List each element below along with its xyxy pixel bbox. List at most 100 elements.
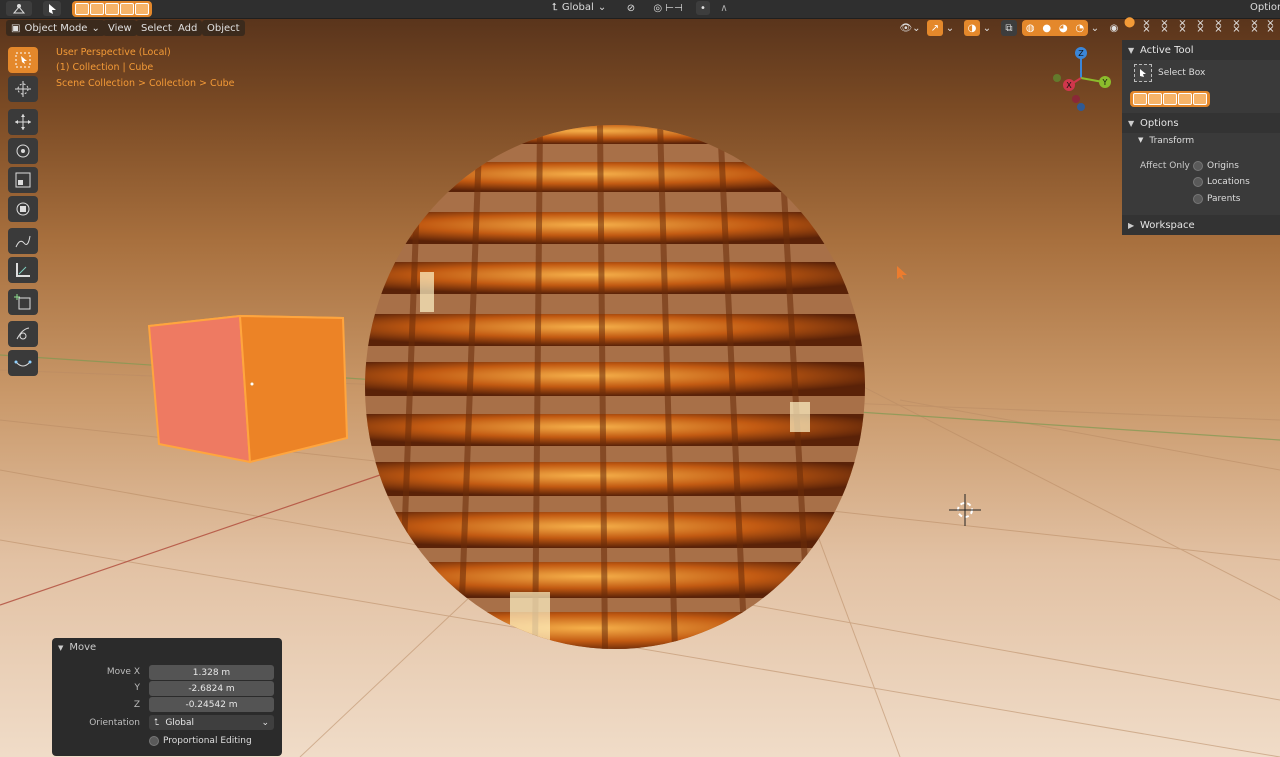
- tool-shear[interactable]: [8, 321, 38, 347]
- options-menu[interactable]: Options: [1250, 2, 1280, 13]
- menu-view[interactable]: View: [103, 20, 137, 36]
- transform-orientation-dropdown[interactable]: ⮤ Global ⌄: [552, 2, 606, 13]
- transform-subheader[interactable]: ▼ Transform: [1138, 136, 1194, 146]
- falloff-button[interactable]: ∧: [713, 1, 735, 16]
- tool-rotate[interactable]: [8, 138, 38, 164]
- tool-curve[interactable]: [8, 350, 38, 376]
- sphere-object[interactable]: [360, 122, 870, 652]
- tool-add-cube[interactable]: [8, 289, 38, 315]
- transform-icon: [16, 202, 30, 216]
- tool-select-box[interactable]: [8, 47, 38, 73]
- x-toggle-icon[interactable]: × ×: [1214, 19, 1223, 35]
- menu-select[interactable]: Select: [136, 20, 177, 36]
- tool-scale[interactable]: [8, 167, 38, 193]
- move-x-field[interactable]: 1.328 m: [149, 665, 274, 680]
- pivot-point-button[interactable]: ⊘: [620, 1, 642, 16]
- xray-toggle-button[interactable]: ⧉: [1001, 20, 1017, 36]
- tool-annotate[interactable]: [8, 228, 38, 254]
- operator-panel: ▼ Move Move X 1.328 m Y -2.6824 m Z -0.2…: [52, 638, 282, 756]
- tool-move[interactable]: [8, 109, 38, 135]
- rendered-shading-icon[interactable]: ◔: [1075, 23, 1084, 34]
- overlays-icon: ◑: [967, 22, 977, 34]
- affect-option-label: Locations: [1207, 177, 1250, 187]
- collapse-triangle-icon: ▼: [1138, 136, 1144, 144]
- x-toggle-icon[interactable]: × ×: [1142, 19, 1151, 35]
- select-new-icon[interactable]: [75, 3, 89, 15]
- affect-origins-radio[interactable]: Origins: [1193, 161, 1239, 171]
- x-toggle-icon[interactable]: × ×: [1178, 19, 1187, 35]
- material-shading-icon[interactable]: ◕: [1059, 23, 1068, 34]
- select-intersect-icon[interactable]: [1193, 93, 1207, 105]
- gizmo-y-label: Y: [1102, 78, 1108, 87]
- shading-mode-group[interactable]: ◍ ● ◕ ◔: [1022, 20, 1088, 36]
- tool-cursor[interactable]: [8, 76, 38, 102]
- tool-measure[interactable]: [8, 257, 38, 283]
- menu-object[interactable]: Object: [202, 20, 245, 36]
- select-intersect-icon[interactable]: [135, 3, 149, 15]
- gizmo-toggle-button[interactable]: ↗: [927, 20, 943, 36]
- tool-name-label: Select Box: [1158, 68, 1206, 78]
- select-invert-icon[interactable]: [120, 3, 134, 15]
- overlays-toggle-button[interactable]: ◑: [964, 20, 980, 36]
- operator-title: Move: [69, 642, 97, 653]
- select-extend-icon[interactable]: [90, 3, 104, 15]
- mode-dropdown[interactable]: ▣ Object Mode ⌄: [6, 20, 105, 36]
- shading-dropdown[interactable]: ⌄: [1089, 20, 1101, 36]
- select-new-icon[interactable]: [1133, 93, 1147, 105]
- tool-selection-mode-group[interactable]: [1130, 91, 1210, 107]
- snap-button[interactable]: ◎ ⊢⊣: [648, 1, 688, 16]
- camera-restrict-icon[interactable]: ⬤: [1124, 18, 1135, 32]
- cursor-crosshair-icon: [15, 81, 31, 97]
- eye-visibility-icon: 👁⌄: [899, 22, 921, 34]
- editor-type-button[interactable]: [6, 1, 32, 16]
- light-object[interactable]: [895, 265, 909, 281]
- select-box-tool-icon[interactable]: [1134, 64, 1152, 82]
- x-toggle-icon[interactable]: × ×: [1160, 19, 1169, 35]
- menu-add[interactable]: Add: [173, 20, 203, 36]
- x-toggle-icon[interactable]: × ×: [1196, 19, 1205, 35]
- proportional-editing-checkbox[interactable]: Proportional Editing: [149, 736, 252, 746]
- gizmo-icon: ↗: [930, 22, 940, 34]
- affect-option-label: Origins: [1207, 161, 1239, 171]
- affect-locations-radio[interactable]: Locations: [1193, 177, 1250, 187]
- chevron-down-icon: ⌄: [91, 22, 100, 34]
- move-z-field[interactable]: -0.24542 m: [149, 697, 274, 712]
- rotate-icon: [16, 144, 30, 158]
- collapse-triangle-icon: ▼: [1128, 118, 1135, 128]
- affect-parents-radio[interactable]: Parents: [1193, 194, 1241, 204]
- operator-header[interactable]: ▼ Move: [58, 642, 96, 653]
- wireframe-shading-icon[interactable]: ◍: [1026, 23, 1035, 34]
- navigation-gizmo[interactable]: Z Y X: [1048, 45, 1118, 115]
- radio-icon: [1193, 161, 1203, 171]
- cube-object[interactable]: [145, 312, 355, 472]
- selection-mode-group[interactable]: [72, 1, 152, 17]
- gizmo-dropdown[interactable]: ⌄: [944, 20, 956, 36]
- select-tool-button[interactable]: [43, 1, 61, 16]
- x-toggle-icon[interactable]: × ×: [1250, 19, 1259, 35]
- select-subtract-icon[interactable]: [1163, 93, 1177, 105]
- move-y-field[interactable]: -2.6824 m: [149, 681, 274, 696]
- active-tool-header[interactable]: ▼ Active Tool: [1122, 40, 1280, 60]
- x-toggle-icon[interactable]: × ×: [1266, 19, 1275, 35]
- workspace-title: Workspace: [1140, 219, 1195, 231]
- select-extend-icon[interactable]: [1148, 93, 1162, 105]
- x-toggle-icon[interactable]: × ×: [1232, 19, 1241, 35]
- radio-icon: [1193, 177, 1203, 187]
- orientation-dropdown[interactable]: ⮤ Global ⌄: [149, 715, 274, 730]
- collection-visibility-button[interactable]: ◉: [1107, 20, 1121, 36]
- tool-transform[interactable]: [8, 196, 38, 222]
- gizmo-z-label: Z: [1078, 49, 1084, 58]
- mode-label: Object Mode: [24, 22, 88, 34]
- select-subtract-icon[interactable]: [105, 3, 119, 15]
- add-cube-icon: [14, 294, 31, 310]
- solid-shading-icon[interactable]: ●: [1042, 23, 1051, 34]
- overlays-dropdown[interactable]: ⌄: [981, 20, 993, 36]
- options-header[interactable]: ▼ Options: [1122, 113, 1280, 133]
- proportional-edit-button[interactable]: •: [696, 1, 710, 15]
- visibility-button[interactable]: 👁⌄: [897, 20, 923, 36]
- transform-orientation-label: Global: [561, 2, 594, 13]
- shear-icon: [16, 327, 30, 340]
- workspace-header[interactable]: ▶ Workspace: [1122, 215, 1280, 235]
- radio-icon: [1193, 194, 1203, 204]
- select-invert-icon[interactable]: [1178, 93, 1192, 105]
